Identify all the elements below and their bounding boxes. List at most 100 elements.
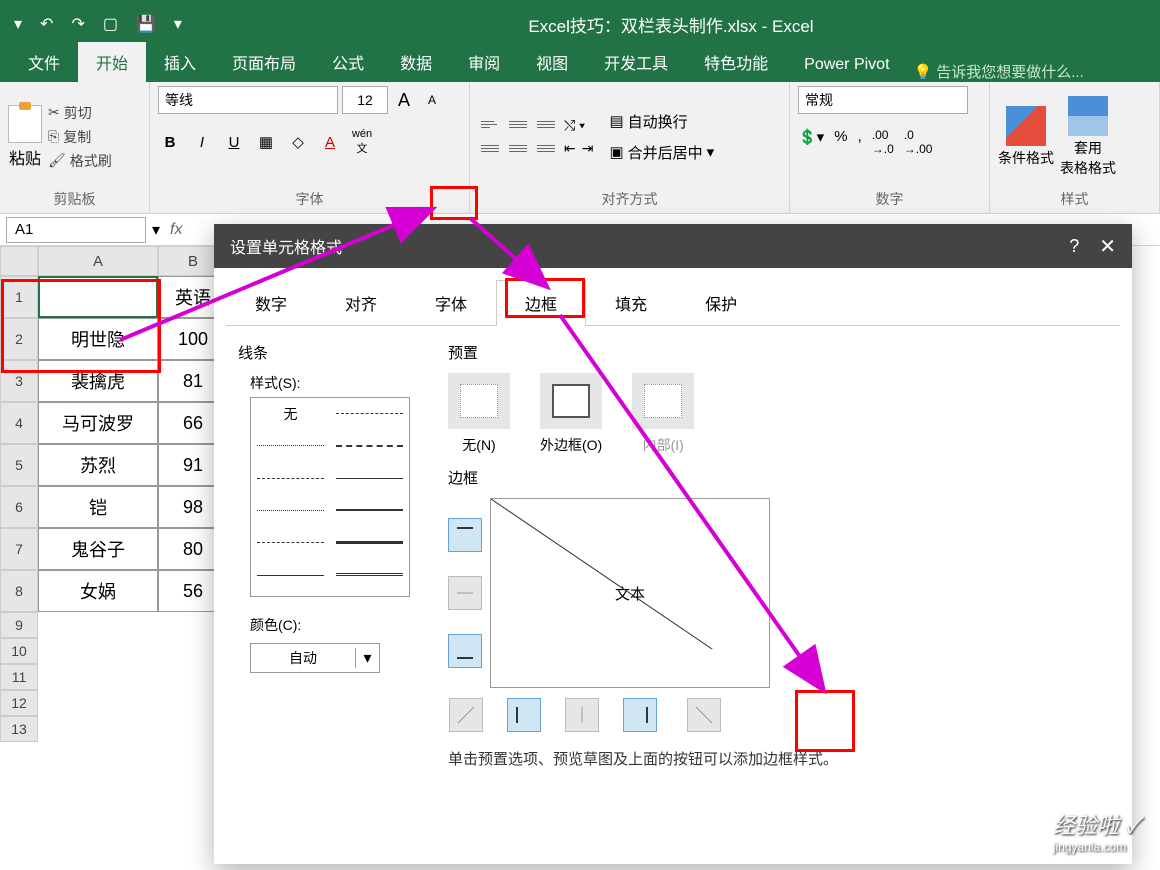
row-header[interactable]: 6 bbox=[0, 486, 38, 528]
merge-center-button[interactable]: ▣合并后居中 ▾ bbox=[609, 142, 714, 163]
dlg-tab-font[interactable]: 字体 bbox=[406, 280, 496, 325]
dlg-tab-fill[interactable]: 填充 bbox=[586, 280, 676, 325]
border-left-button[interactable] bbox=[507, 698, 541, 732]
tab-insert[interactable]: 插入 bbox=[146, 42, 214, 82]
border-middle-button[interactable] bbox=[448, 576, 482, 610]
color-select[interactable]: 自动 ▾ bbox=[250, 643, 380, 673]
row-header[interactable]: 7 bbox=[0, 528, 38, 570]
close-icon[interactable]: ✕ bbox=[1099, 234, 1116, 259]
save-icon[interactable]: 💾 bbox=[136, 14, 156, 34]
wrap-text-button[interactable]: ▤自动换行 bbox=[609, 111, 714, 132]
increase-font-icon[interactable]: A bbox=[392, 90, 416, 111]
row-header[interactable]: 2 bbox=[0, 318, 38, 360]
align-middle-button[interactable] bbox=[506, 115, 530, 135]
tab-data[interactable]: 数据 bbox=[382, 42, 450, 82]
dlg-tab-protection[interactable]: 保护 bbox=[676, 280, 766, 325]
percent-button[interactable]: % bbox=[834, 128, 847, 156]
border-bottom-button[interactable] bbox=[448, 634, 482, 668]
number-format-select[interactable] bbox=[798, 86, 968, 114]
cell[interactable]: 明世隐 bbox=[38, 318, 158, 360]
fx-icon[interactable]: fx bbox=[160, 221, 192, 239]
copy-button[interactable]: ⎘复制 bbox=[48, 127, 112, 147]
italic-button[interactable]: I bbox=[190, 134, 214, 151]
dlg-tab-alignment[interactable]: 对齐 bbox=[316, 280, 406, 325]
phonetic-button[interactable]: wén文 bbox=[350, 128, 374, 156]
row-header[interactable]: 4 bbox=[0, 402, 38, 444]
tab-home[interactable]: 开始 bbox=[78, 42, 146, 82]
font-size-input[interactable] bbox=[342, 86, 388, 114]
decrease-font-icon[interactable]: A bbox=[420, 93, 444, 107]
dlg-tab-number[interactable]: 数字 bbox=[226, 280, 316, 325]
bold-button[interactable]: B bbox=[158, 134, 182, 151]
namebox-dropdown-icon[interactable]: ▾ bbox=[152, 220, 160, 240]
row-header[interactable]: 3 bbox=[0, 360, 38, 402]
border-right-button[interactable] bbox=[623, 698, 657, 732]
tab-page-layout[interactable]: 页面布局 bbox=[214, 42, 314, 82]
decrease-indent-button[interactable]: ⇤ bbox=[564, 140, 576, 157]
comma-button[interactable]: , bbox=[858, 128, 862, 156]
format-painter-button[interactable]: 🖌格式刷 bbox=[48, 151, 112, 171]
tab-review[interactable]: 审阅 bbox=[450, 42, 518, 82]
increase-indent-button[interactable]: ⇥ bbox=[582, 140, 594, 157]
border-center-button[interactable] bbox=[565, 698, 599, 732]
paste-button[interactable]: 粘贴 bbox=[8, 105, 42, 169]
style-none[interactable]: 无 bbox=[257, 404, 324, 422]
select-all-corner[interactable] bbox=[0, 246, 38, 276]
tell-me[interactable]: 💡 告诉我您想要做什么... bbox=[914, 61, 1084, 82]
border-button[interactable]: ▦ bbox=[254, 133, 278, 151]
row-header[interactable]: 12 bbox=[0, 690, 38, 716]
cell[interactable]: 女娲 bbox=[38, 570, 158, 612]
border-diag-down-button[interactable] bbox=[687, 698, 721, 732]
cut-button[interactable]: ✂剪切 bbox=[48, 103, 112, 123]
tab-developer[interactable]: 开发工具 bbox=[586, 42, 686, 82]
row-header[interactable]: 13 bbox=[0, 716, 38, 742]
cell[interactable]: 铠 bbox=[38, 486, 158, 528]
cell[interactable]: 苏烈 bbox=[38, 444, 158, 486]
preset-none[interactable]: 无(N) bbox=[448, 373, 510, 455]
col-header[interactable]: A bbox=[38, 246, 158, 276]
align-left-button[interactable] bbox=[478, 139, 502, 159]
font-color-button[interactable]: A bbox=[318, 134, 342, 151]
help-icon[interactable]: ? bbox=[1069, 236, 1079, 257]
tab-formulas[interactable]: 公式 bbox=[314, 42, 382, 82]
currency-button[interactable]: 💲▾ bbox=[798, 128, 824, 156]
chevron-down-icon[interactable]: ▾ bbox=[355, 648, 379, 668]
border-diag-up-button[interactable] bbox=[449, 698, 483, 732]
preset-inside[interactable]: 内部(I) bbox=[632, 373, 694, 455]
row-header[interactable]: 11 bbox=[0, 664, 38, 690]
border-top-button[interactable] bbox=[448, 518, 482, 552]
cell[interactable]: 鬼谷子 bbox=[38, 528, 158, 570]
row-header[interactable]: 9 bbox=[0, 612, 38, 638]
cell-a1[interactable] bbox=[38, 276, 158, 318]
name-box[interactable] bbox=[6, 217, 146, 243]
underline-button[interactable]: U bbox=[222, 134, 246, 151]
align-top-button[interactable] bbox=[478, 115, 502, 135]
redo-icon[interactable]: ↷ bbox=[71, 14, 84, 34]
undo-icon[interactable]: ↶ bbox=[40, 14, 53, 34]
row-header[interactable]: 1 bbox=[0, 276, 38, 318]
new-icon[interactable]: ▢ bbox=[103, 14, 118, 34]
font-name-input[interactable] bbox=[158, 86, 338, 114]
fill-color-button[interactable]: ◇ bbox=[286, 133, 310, 151]
row-header[interactable]: 8 bbox=[0, 570, 38, 612]
menu-icon[interactable]: ▾ bbox=[14, 14, 22, 34]
align-center-button[interactable] bbox=[506, 139, 530, 159]
dlg-tab-border[interactable]: 边框 bbox=[496, 280, 586, 326]
qat-dropdown-icon[interactable]: ▾ bbox=[174, 14, 182, 34]
tab-view[interactable]: 视图 bbox=[518, 42, 586, 82]
conditional-formatting-button[interactable]: 条件格式 bbox=[998, 106, 1054, 168]
row-header[interactable]: 5 bbox=[0, 444, 38, 486]
increase-decimal-button[interactable]: .00→.0 bbox=[872, 128, 894, 156]
row-header[interactable]: 10 bbox=[0, 638, 38, 664]
align-bottom-button[interactable] bbox=[534, 115, 558, 135]
line-style-list[interactable]: 无 bbox=[250, 397, 410, 597]
orientation-button[interactable]: ⤭ ▾ bbox=[564, 117, 593, 134]
preset-outline[interactable]: 外边框(O) bbox=[540, 373, 602, 455]
tab-file[interactable]: 文件 bbox=[10, 42, 78, 82]
decrease-decimal-button[interactable]: .0→.00 bbox=[904, 128, 933, 156]
format-as-table-button[interactable]: 套用 表格格式 bbox=[1060, 96, 1116, 178]
tab-special[interactable]: 特色功能 bbox=[686, 42, 786, 82]
cell[interactable]: 裴擒虎 bbox=[38, 360, 158, 402]
cell[interactable]: 马可波罗 bbox=[38, 402, 158, 444]
align-right-button[interactable] bbox=[534, 139, 558, 159]
